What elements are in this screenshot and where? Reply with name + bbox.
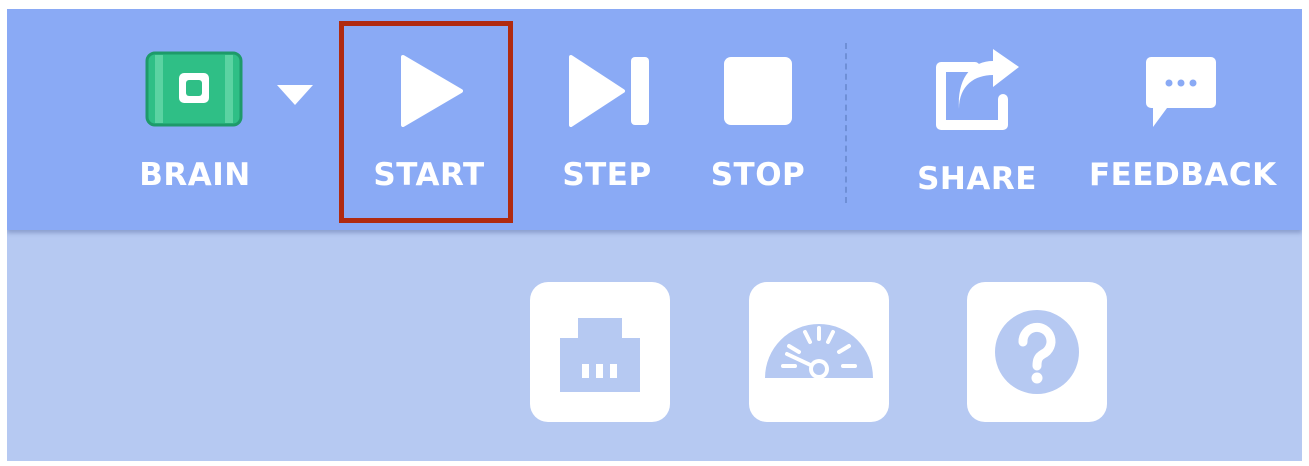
toolbar-separator: [845, 43, 847, 203]
app-frame: BRAIN START STEP STOP SHARE FEEDBACK: [7, 9, 1302, 461]
feedback-icon: [1146, 57, 1216, 127]
gauge-icon: [765, 324, 873, 379]
chevron-down-icon[interactable]: [275, 83, 315, 107]
stop-button[interactable]: STOP: [697, 9, 819, 230]
start-label: START: [373, 157, 485, 193]
help-tile[interactable]: [967, 282, 1107, 422]
gauge-tile[interactable]: [749, 282, 889, 422]
brain-button[interactable]: BRAIN: [137, 9, 317, 230]
feedback-button[interactable]: FEEDBACK: [1089, 9, 1277, 230]
share-icon: [936, 49, 1019, 130]
brain-label: BRAIN: [139, 157, 251, 193]
ethernet-port-icon: [560, 318, 640, 392]
share-button[interactable]: SHARE: [907, 9, 1047, 230]
stop-label: STOP: [710, 157, 806, 193]
toolbar: BRAIN START STEP STOP SHARE FEEDBACK: [7, 9, 1302, 230]
help-icon: [995, 310, 1079, 394]
feedback-label: FEEDBACK: [1089, 157, 1277, 193]
stop-icon: [724, 57, 792, 125]
share-label: SHARE: [917, 161, 1037, 197]
start-button[interactable]: START: [359, 9, 499, 230]
step-button[interactable]: STEP: [547, 9, 667, 230]
step-icon: [569, 55, 649, 127]
ethernet-port-tile[interactable]: [530, 282, 670, 422]
play-icon: [401, 55, 463, 127]
step-label: STEP: [562, 157, 652, 193]
brain-icon: [145, 51, 243, 127]
